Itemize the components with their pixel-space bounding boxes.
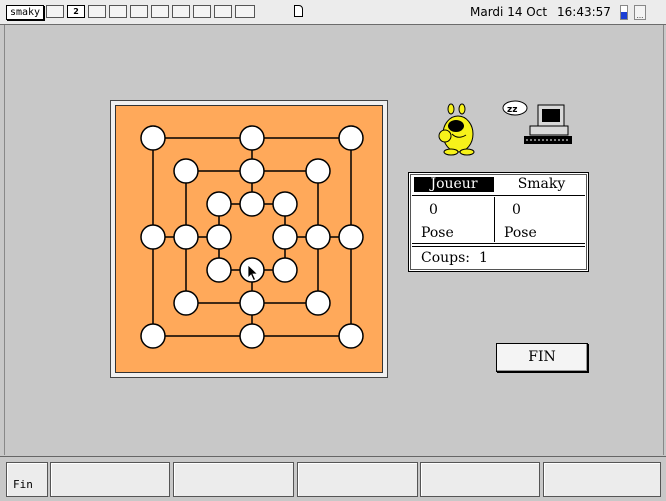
time-text: 16:43:57: [557, 5, 611, 19]
board-points: [140, 125, 364, 349]
player-mode: Pose: [421, 225, 454, 241]
board-point-f6[interactable]: [305, 158, 331, 184]
battery-gauge-fill: [621, 11, 627, 19]
board-point-f4[interactable]: [305, 224, 331, 250]
task-slot-6[interactable]: [151, 5, 169, 18]
document-icon[interactable]: [294, 5, 303, 17]
divider: [412, 246, 585, 247]
date-text: Mardi 14 Oct: [470, 5, 548, 19]
divider: [412, 243, 585, 244]
board-point-c4[interactable]: [206, 224, 232, 250]
board-point-g1[interactable]: [338, 323, 364, 349]
board-point-d6[interactable]: [239, 158, 265, 184]
divider: [412, 195, 585, 196]
coups-label: Coups:: [421, 250, 471, 266]
function-key-label: Fin: [13, 478, 33, 491]
task-slot-4[interactable]: [109, 5, 127, 18]
board-point-b6[interactable]: [173, 158, 199, 184]
board-point-e3[interactable]: [272, 257, 298, 283]
function-key-bar: Fin: [0, 456, 666, 501]
computer-mode: Pose: [504, 225, 537, 241]
column-divider: [494, 197, 495, 242]
board-point-d7[interactable]: [239, 125, 265, 151]
task-slot-7[interactable]: [172, 5, 190, 18]
clock: Mardi 14 Oct 16:43:57: [470, 5, 611, 19]
task-slot-9[interactable]: [214, 5, 232, 18]
task-slot-3[interactable]: [88, 5, 106, 18]
board-point-b4[interactable]: [173, 224, 199, 250]
board-point-g7[interactable]: [338, 125, 364, 151]
top-menu-bar: smaky 2 Mardi 14 Oct 16:43:57 ...: [0, 0, 666, 25]
sleeping-computer-icon: zz: [502, 100, 572, 144]
function-key-4[interactable]: [297, 462, 418, 497]
smaky-logo[interactable]: smaky: [6, 5, 44, 20]
battery-gauge-icon: [620, 5, 628, 20]
task-slot-8[interactable]: [193, 5, 211, 18]
board-point-d2[interactable]: [239, 290, 265, 316]
score-panel: Joueur Smaky 0 0 Pose Pose Coups: 1: [408, 172, 589, 272]
player-score: 0: [429, 202, 438, 218]
board-point-b2[interactable]: [173, 290, 199, 316]
board-svg: [140, 125, 364, 349]
board-point-e5[interactable]: [272, 191, 298, 217]
mouse-pointer-icon: [247, 264, 259, 282]
coups-value: 1: [478, 250, 488, 266]
board-point-e4[interactable]: [272, 224, 298, 250]
board-point-c3[interactable]: [206, 257, 232, 283]
svg-text:zz: zz: [507, 105, 517, 115]
function-key-fin[interactable]: Fin: [6, 462, 48, 497]
function-key-5[interactable]: [420, 462, 540, 497]
nine-mens-morris-board: [115, 105, 383, 373]
fin-button[interactable]: FIN: [496, 343, 588, 372]
function-key-2[interactable]: [50, 462, 170, 497]
coups-counter: Coups: 1: [421, 250, 488, 266]
board-point-f2[interactable]: [305, 290, 331, 316]
task-slot-1[interactable]: [46, 5, 64, 18]
window-icon[interactable]: ...: [634, 5, 646, 20]
board-point-d1[interactable]: [239, 323, 265, 349]
function-key-6[interactable]: [543, 462, 661, 497]
board-point-a4[interactable]: [140, 224, 166, 250]
board-point-d5[interactable]: [239, 191, 265, 217]
board-point-c5[interactable]: [206, 191, 232, 217]
player-header: Joueur: [414, 177, 494, 192]
function-key-3[interactable]: [173, 462, 294, 497]
task-slot-10[interactable]: [235, 5, 255, 18]
computer-score: 0: [512, 202, 521, 218]
board-point-g4[interactable]: [338, 224, 364, 250]
computer-header: Smaky: [517, 176, 566, 192]
board-point-a1[interactable]: [140, 323, 166, 349]
task-slot-5[interactable]: [130, 5, 148, 18]
board-point-a7[interactable]: [140, 125, 166, 151]
task-slot-2[interactable]: 2: [67, 5, 85, 18]
yellow-mascot-icon: [438, 103, 475, 156]
